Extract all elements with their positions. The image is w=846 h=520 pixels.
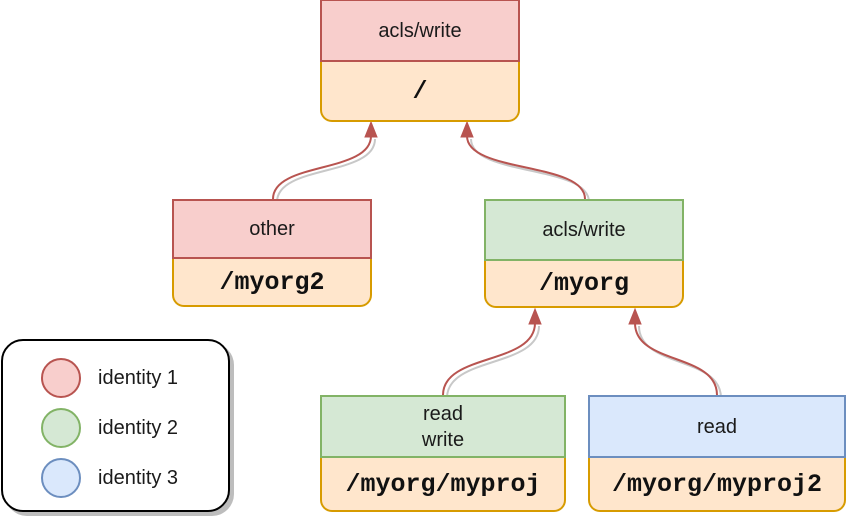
permission-line: write: [421, 428, 465, 451]
edge-shadow: [470, 138, 590, 203]
legend-label: identity 3: [98, 466, 179, 489]
node-root[interactable]: acls/write /: [320, 0, 520, 122]
permission-line: acls/write: [378, 19, 462, 42]
node-myorg[interactable]: acls/write /myorg: [484, 199, 684, 308]
legend-item-identity-1: identity 1: [41, 358, 178, 398]
node-path: /myorg/myproj2: [588, 458, 846, 512]
node-permissions: acls/write: [484, 199, 684, 261]
arrowhead-icon: [460, 120, 474, 138]
permission-line: read: [422, 402, 464, 425]
permission-line: read: [696, 415, 738, 438]
identity-3-swatch-icon: [41, 458, 81, 498]
node-path: /myorg: [484, 261, 684, 308]
edge-line: [442, 322, 536, 396]
edge-shadow: [276, 138, 376, 203]
identity-1-swatch-icon: [41, 358, 81, 398]
arrowhead-icon: [364, 120, 378, 138]
node-myproj2[interactable]: read /myorg/myproj2: [588, 395, 846, 512]
arrowhead-icon: [528, 307, 542, 325]
arrowhead-icon: [628, 307, 642, 325]
edge-myorg-to-root: [460, 120, 590, 203]
legend-label: identity 2: [98, 416, 179, 439]
node-path: /myorg2: [172, 259, 372, 307]
legend-label: identity 1: [98, 366, 179, 389]
edge-myproj-to-myorg: [442, 307, 542, 399]
permission-line: acls/write: [542, 219, 626, 241]
edge-line: [634, 322, 718, 396]
node-permissions: acls/write: [320, 0, 520, 62]
legend-item-identity-2: identity 2: [41, 408, 178, 448]
permission-line: other: [249, 218, 295, 240]
legend-item-identity-3: identity 3: [41, 458, 178, 498]
identity-2-swatch-icon: [41, 408, 81, 448]
edge-shadow: [638, 325, 722, 399]
node-permissions: other: [172, 199, 372, 259]
edge-myproj2-to-myorg: [628, 307, 722, 399]
node-permissions: read: [588, 395, 846, 458]
node-path: /myorg/myproj: [320, 458, 566, 512]
node-myorg2[interactable]: other /myorg2: [172, 199, 372, 307]
node-path: /: [320, 62, 520, 122]
edge-line: [272, 135, 372, 200]
edge-shadow: [446, 325, 540, 399]
edge-line: [466, 135, 586, 200]
node-myproj[interactable]: read write /myorg/myproj: [320, 395, 566, 512]
edge-myorg2-to-root: [272, 120, 378, 203]
node-permissions: read write: [320, 395, 566, 458]
legend: identity 1 identity 2 identity 3: [1, 339, 230, 512]
